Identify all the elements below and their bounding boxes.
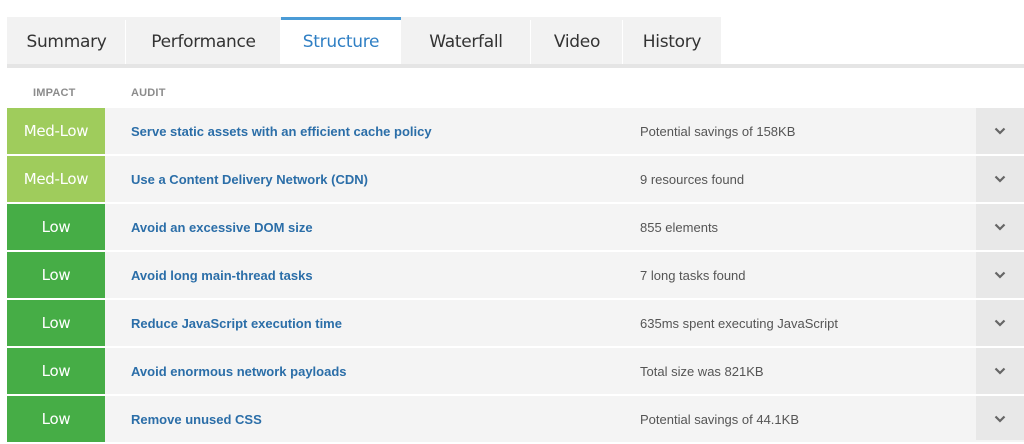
tab-label: Structure — [302, 32, 380, 52]
tab-summary[interactable]: Summary — [7, 17, 126, 64]
audit-title[interactable]: Avoid long main-thread tasks — [131, 268, 313, 283]
audit-row[interactable]: Med-Low Serve static assets with an effi… — [7, 108, 1024, 154]
expand-button[interactable] — [976, 396, 1024, 442]
tab-label: Video — [553, 32, 601, 52]
tab-waterfall[interactable]: Waterfall — [401, 17, 531, 64]
tab-video[interactable]: Video — [531, 17, 623, 64]
impact-badge: Low — [7, 204, 105, 250]
tab-label: History — [642, 32, 702, 52]
audit-title[interactable]: Avoid an excessive DOM size — [131, 220, 313, 235]
audit-result: Potential savings of 44.1KB — [640, 411, 799, 427]
chevron-down-icon — [994, 271, 1006, 279]
impact-badge: Med-Low — [7, 156, 105, 202]
audit-title[interactable]: Serve static assets with an efficient ca… — [131, 124, 432, 139]
chevron-down-icon — [994, 319, 1006, 327]
audit-row[interactable]: Low Reduce JavaScript execution time 635… — [7, 300, 1024, 346]
impact-badge: Low — [7, 252, 105, 298]
audit-result: Potential savings of 158KB — [640, 123, 796, 139]
audit-list: Med-Low Serve static assets with an effi… — [7, 108, 1024, 444]
audit-title[interactable]: Reduce JavaScript execution time — [131, 316, 342, 331]
audit-result: 9 resources found — [640, 171, 745, 187]
impact-badge: Low — [7, 396, 105, 442]
expand-button[interactable] — [976, 348, 1024, 394]
audit-row[interactable]: Low Avoid an excessive DOM size 855 elem… — [7, 204, 1024, 250]
tab-structure[interactable]: Structure — [281, 17, 401, 64]
expand-button[interactable] — [976, 156, 1024, 202]
tab-history[interactable]: History — [623, 17, 721, 64]
tab-performance[interactable]: Performance — [126, 17, 281, 64]
chevron-down-icon — [994, 415, 1006, 423]
audit-title[interactable]: Use a Content Delivery Network (CDN) — [131, 172, 368, 187]
chevron-down-icon — [994, 367, 1006, 375]
tab-label: Summary — [26, 32, 107, 52]
tab-label: Performance — [151, 32, 256, 52]
chevron-down-icon — [994, 127, 1006, 135]
expand-button[interactable] — [976, 300, 1024, 346]
expand-button[interactable] — [976, 252, 1024, 298]
audit-result: 7 long tasks found — [640, 267, 746, 283]
audit-result: Total size was 821KB — [640, 363, 764, 379]
audit-title[interactable]: Remove unused CSS — [131, 412, 262, 427]
audit-column-header: AUDIT — [131, 87, 166, 99]
audit-row[interactable]: Low Avoid enormous network payloads Tota… — [7, 348, 1024, 394]
audit-title[interactable]: Avoid enormous network payloads — [131, 364, 347, 379]
impact-badge: Low — [7, 300, 105, 346]
audit-row[interactable]: Low Remove unused CSS Potential savings … — [7, 396, 1024, 442]
audit-row[interactable]: Med-Low Use a Content Delivery Network (… — [7, 156, 1024, 202]
chevron-down-icon — [994, 223, 1006, 231]
impact-column-header: IMPACT — [33, 87, 76, 99]
expand-button[interactable] — [976, 204, 1024, 250]
audit-result: 855 elements — [640, 219, 719, 235]
tab-bar: Summary Performance Structure Waterfall … — [7, 17, 1024, 68]
impact-badge: Low — [7, 348, 105, 394]
audit-result: 635ms spent executing JavaScript — [640, 315, 838, 331]
chevron-down-icon — [994, 175, 1006, 183]
tab-label: Waterfall — [429, 32, 503, 52]
audit-row[interactable]: Low Avoid long main-thread tasks 7 long … — [7, 252, 1024, 298]
impact-badge: Med-Low — [7, 108, 105, 154]
expand-button[interactable] — [976, 108, 1024, 154]
